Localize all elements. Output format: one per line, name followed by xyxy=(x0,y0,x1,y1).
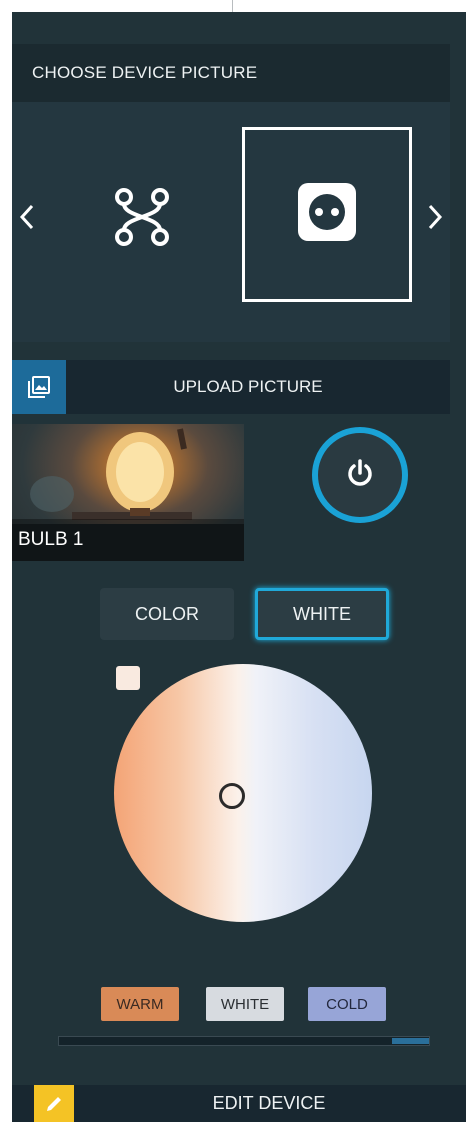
current-color-swatch xyxy=(116,666,140,690)
previous-picture-arrow-icon[interactable] xyxy=(12,192,42,242)
brightness-slider-fill xyxy=(392,1038,429,1044)
image-icon xyxy=(12,360,66,414)
upload-picture-label: UPLOAD PICTURE xyxy=(173,377,323,396)
white-preset-button[interactable]: WHITE xyxy=(206,987,284,1021)
graph-nodes-icon[interactable] xyxy=(92,162,192,272)
power-socket-option[interactable] xyxy=(242,127,412,302)
cold-preset-button[interactable]: COLD xyxy=(308,987,386,1021)
next-picture-arrow-icon[interactable] xyxy=(420,192,450,242)
choose-picture-header: CHOOSE DEVICE PICTURE xyxy=(12,44,450,102)
warm-preset-button[interactable]: WARM xyxy=(101,987,179,1021)
top-strip xyxy=(0,0,466,12)
power-icon xyxy=(345,458,375,493)
device-photo[interactable]: BULB 1 xyxy=(12,424,244,561)
tab-white[interactable]: WHITE xyxy=(255,588,389,640)
device-name: BULB 1 xyxy=(12,519,244,561)
pencil-icon xyxy=(34,1085,74,1122)
edit-device-button[interactable]: EDIT DEVICE xyxy=(12,1085,466,1122)
top-divider xyxy=(232,0,233,12)
choose-picture-title: CHOOSE DEVICE PICTURE xyxy=(32,63,258,82)
edit-device-label: EDIT DEVICE xyxy=(212,1093,326,1113)
tab-color[interactable]: COLOR xyxy=(100,588,234,640)
power-socket-icon xyxy=(296,181,358,248)
power-toggle-button[interactable] xyxy=(312,427,408,523)
device-settings-panel: CHOOSE DEVICE PICTURE UPLOAD PICTURE BUL… xyxy=(12,12,466,1122)
upload-picture-button[interactable]: UPLOAD PICTURE xyxy=(12,360,450,414)
brightness-slider[interactable] xyxy=(58,1036,430,1046)
color-wheel-handle[interactable] xyxy=(219,783,245,809)
